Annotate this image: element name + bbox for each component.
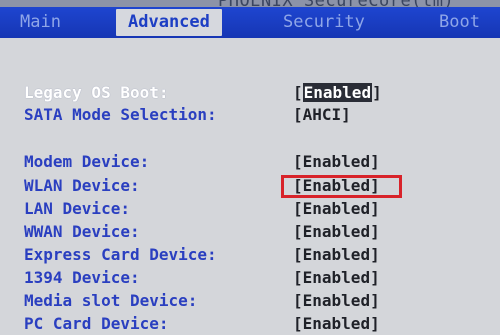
setting-wwan-device-value[interactable]: [Enabled] — [293, 221, 380, 243]
bracket-close: ] — [370, 199, 380, 218]
value-text: Enabled — [302, 314, 371, 333]
bracket-open: [ — [293, 314, 303, 333]
setting-media-slot-value[interactable]: [Enabled] — [293, 290, 380, 312]
setting-1394-device-label[interactable]: 1394 Device: — [24, 267, 140, 289]
bracket-open: [ — [293, 245, 303, 264]
setting-lan-device-label[interactable]: LAN Device: — [24, 198, 130, 220]
bracket-open: [ — [293, 291, 303, 310]
value-text: AHCI — [302, 105, 342, 124]
bracket-close: ] — [370, 222, 380, 241]
value-text: Enabled — [302, 268, 371, 287]
setting-media-slot-label[interactable]: Media slot Device: — [24, 290, 197, 312]
wlan-highlight-box — [281, 175, 402, 198]
setting-pc-card-value[interactable]: [Enabled] — [293, 313, 380, 335]
bracket-close: ] — [370, 152, 380, 171]
setting-legacy-os-boot-value[interactable]: [Enabled] — [293, 82, 382, 104]
advanced-settings-panel: Legacy OS Boot: [Enabled] SATA Mode Sele… — [0, 38, 500, 335]
setting-sata-mode-value[interactable]: [AHCI] — [293, 104, 351, 126]
bracket-close: ] — [372, 83, 382, 102]
setting-lan-device-value[interactable]: [Enabled] — [293, 198, 380, 220]
bracket-open: [ — [293, 105, 303, 124]
bracket-open: [ — [293, 152, 303, 171]
tab-main[interactable]: Main — [20, 9, 61, 36]
setting-1394-device-value[interactable]: [Enabled] — [293, 267, 380, 289]
setting-express-card-value[interactable]: [Enabled] — [293, 244, 380, 266]
tab-boot[interactable]: Boot — [439, 9, 480, 36]
value-text: Enabled — [302, 152, 371, 171]
value-text: Enabled — [302, 222, 371, 241]
tab-bar: Main Advanced Security Boot — [0, 7, 500, 38]
bracket-close: ] — [370, 291, 380, 310]
value-text: Enabled — [302, 83, 373, 102]
value-text: Enabled — [302, 291, 371, 310]
bracket-close: ] — [370, 314, 380, 333]
value-text: Enabled — [302, 199, 371, 218]
setting-sata-mode-label[interactable]: SATA Mode Selection: — [24, 104, 217, 126]
bracket-close: ] — [370, 268, 380, 287]
bracket-open: [ — [293, 268, 303, 287]
setting-modem-device-value[interactable]: [Enabled] — [293, 151, 380, 173]
setting-express-card-label[interactable]: Express Card Device: — [24, 244, 217, 266]
bracket-open: [ — [293, 199, 303, 218]
title-strip: PHOENIX SecureCore(tm) — [0, 0, 500, 11]
bracket-close: ] — [370, 245, 380, 264]
setting-wlan-device-label[interactable]: WLAN Device: — [24, 175, 140, 197]
bracket-open: [ — [293, 83, 303, 102]
setting-legacy-os-boot-label[interactable]: Legacy OS Boot: — [24, 82, 169, 104]
value-text: Enabled — [302, 245, 371, 264]
tab-security[interactable]: Security — [283, 9, 365, 36]
tab-advanced[interactable]: Advanced — [116, 9, 222, 36]
setting-wwan-device-label[interactable]: WWAN Device: — [24, 221, 140, 243]
setting-modem-device-label[interactable]: Modem Device: — [24, 151, 149, 173]
setting-pc-card-label[interactable]: PC Card Device: — [24, 313, 169, 335]
bracket-close: ] — [341, 105, 351, 124]
bracket-open: [ — [293, 222, 303, 241]
